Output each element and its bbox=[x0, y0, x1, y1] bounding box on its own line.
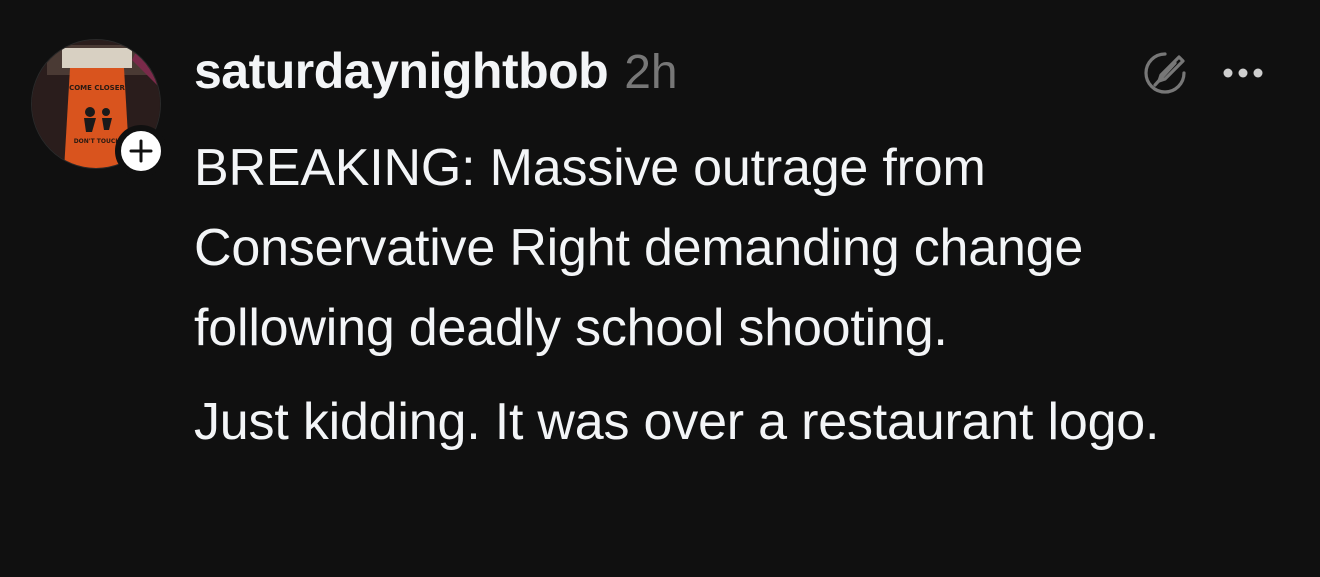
post: COME CLOSER DON'T TOUCH saturdaynightbob… bbox=[0, 0, 1320, 577]
post-actions bbox=[1138, 48, 1268, 98]
follow-button[interactable] bbox=[115, 125, 167, 177]
plus-icon bbox=[129, 139, 153, 163]
timestamp: 2h bbox=[624, 46, 678, 99]
post-header: saturdaynightbob 2h bbox=[194, 42, 678, 104]
avatar-wrap[interactable]: COME CLOSER DON'T TOUCH bbox=[31, 39, 167, 177]
post-paragraph: Just kidding. It was over a restaurant l… bbox=[194, 393, 1160, 451]
post-body: BREAKING: Massive outrage from Conservat… bbox=[194, 128, 1294, 462]
post-paragraph: BREAKING: Massive outrage from Conservat… bbox=[194, 139, 1084, 357]
compose-icon[interactable] bbox=[1138, 48, 1192, 98]
more-options-icon[interactable] bbox=[1218, 48, 1268, 98]
svg-text:COME CLOSER: COME CLOSER bbox=[69, 84, 125, 92]
username[interactable]: saturdaynightbob bbox=[194, 42, 609, 100]
svg-text:DON'T TOUCH: DON'T TOUCH bbox=[74, 138, 121, 145]
